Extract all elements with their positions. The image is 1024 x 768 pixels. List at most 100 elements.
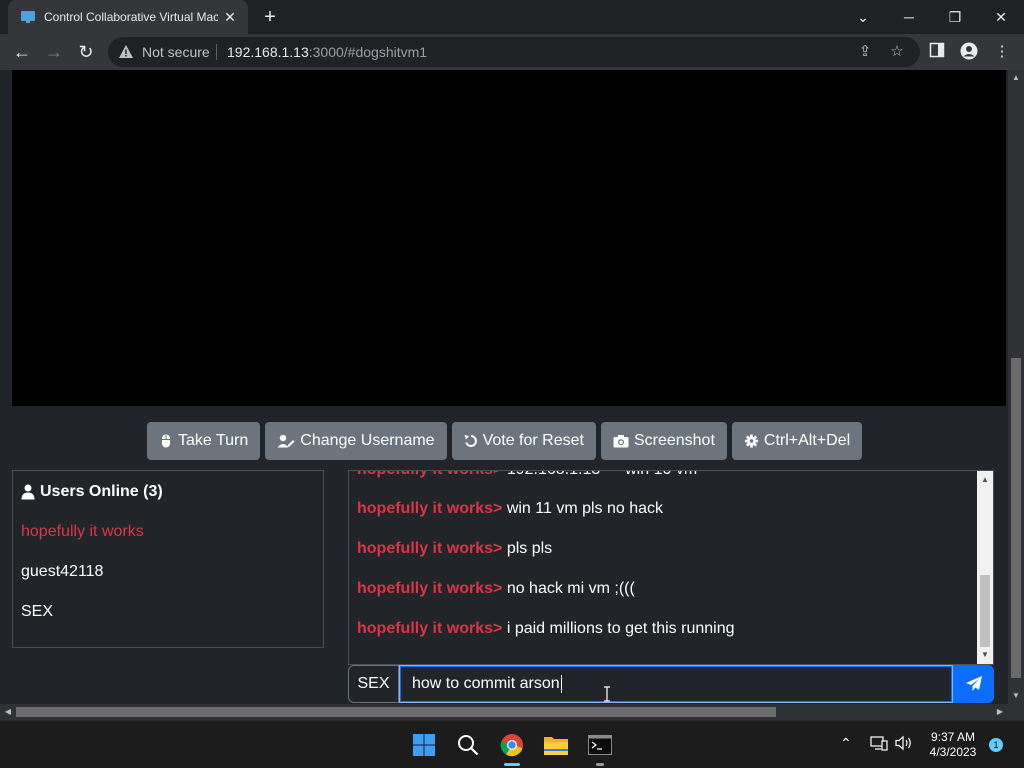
chat-text: pls pls	[506, 540, 553, 557]
menu-kebab-icon[interactable]: ⋮	[992, 42, 1012, 62]
network-icon[interactable]	[870, 735, 888, 754]
url-host: 192.168.1.13	[227, 44, 309, 60]
restore-icon[interactable]: ❐	[932, 0, 978, 34]
new-tab-button[interactable]: +	[259, 6, 281, 28]
screenshot-button[interactable]: Screenshot	[600, 422, 727, 460]
chat-scroll-thumb[interactable]	[980, 575, 990, 647]
back-icon[interactable]: ←	[8, 38, 36, 66]
terminal-icon[interactable]	[584, 729, 616, 766]
divider	[216, 44, 217, 60]
users-online-panel: Users Online (3) hopefully it works gues…	[12, 470, 324, 648]
chat-text: i paid millions to get this running	[506, 620, 735, 637]
chat-message-input[interactable]: how to commit arson	[399, 665, 953, 703]
change-username-label: Change Username	[300, 432, 435, 449]
windows-taskbar: ⌃ 9:37 AM 4/3/2023 1	[0, 720, 1024, 768]
chat-message: hopefully it works> no hack mi vm ;(((	[357, 580, 635, 598]
scroll-down-arrow-icon[interactable]: ▼	[1008, 688, 1024, 704]
chat-username: hopefully it works>	[357, 620, 503, 637]
chat-scrollbar[interactable]: ▲ ▼	[977, 471, 993, 664]
user-list-item[interactable]: guest42118	[21, 563, 103, 581]
windows-start-icon[interactable]	[408, 729, 440, 761]
scroll-up-arrow-icon[interactable]: ▲	[1008, 70, 1024, 86]
chat-input-value: how to commit arson	[412, 675, 560, 692]
side-panel-icon[interactable]	[927, 42, 947, 62]
system-clock[interactable]: 9:37 AM 4/3/2023	[920, 730, 986, 760]
chat-text: 192.168.1.13 — win 10 vm	[507, 471, 697, 478]
share-icon[interactable]: ⇪	[856, 43, 874, 61]
ctrl-alt-del-button[interactable]: Ctrl+Alt+Del	[731, 422, 863, 460]
page-hscroll-thumb[interactable]	[16, 707, 776, 717]
tab-title: Control Collaborative Virtual Machine	[44, 10, 218, 24]
text-caret	[560, 675, 562, 693]
send-button[interactable]	[953, 665, 994, 703]
url-text[interactable]: 192.168.1.13:3000/#dogshitvm1	[227, 44, 427, 60]
ctrl-alt-del-label: Ctrl+Alt+Del	[763, 432, 851, 449]
chat-message: hopefully it works> 192.168.1.13 — win 1…	[357, 471, 697, 479]
bookmark-star-icon[interactable]: ☆	[888, 43, 906, 61]
vote-reset-button[interactable]: Vote for Reset	[451, 422, 596, 460]
mouse-icon	[162, 434, 170, 448]
chat-username-badge: SEX	[348, 665, 399, 703]
page-vertical-scrollbar[interactable]: ▲ ▼	[1008, 70, 1024, 704]
chat-username: hopefully it works>	[357, 471, 502, 478]
take-turn-label: Take Turn	[178, 432, 249, 449]
close-window-icon[interactable]: ✕	[978, 0, 1024, 34]
reload-icon[interactable]: ↻	[72, 38, 100, 66]
users-online-heading: Users Online (3)	[21, 483, 163, 501]
scroll-right-arrow-icon[interactable]: ▶	[992, 704, 1008, 720]
vm-display[interactable]	[12, 70, 1006, 406]
user-list-item[interactable]: hopefully it works	[21, 523, 144, 541]
scroll-down-arrow-icon[interactable]: ▼	[977, 648, 993, 662]
show-hidden-icons-icon[interactable]: ⌃	[840, 735, 852, 752]
chat-message: hopefully it works> pls pls	[357, 540, 552, 558]
chat-text: no hack mi vm ;(((	[506, 580, 635, 597]
volume-icon[interactable]	[895, 735, 913, 754]
user-list-item[interactable]: SEX	[21, 603, 53, 621]
take-turn-button[interactable]: Take Turn	[147, 422, 261, 460]
page-horizontal-scrollbar[interactable]: ◀ ▶	[0, 704, 1008, 720]
scroll-up-arrow-icon[interactable]: ▲	[977, 473, 993, 487]
chat-text: win 11 vm pls no hack	[506, 500, 664, 517]
chat-username: hopefully it works>	[357, 580, 503, 597]
monitor-icon	[21, 11, 35, 23]
address-bar[interactable]: Not secure 192.168.1.13:3000/#dogshitvm1…	[108, 37, 920, 67]
minimize-icon[interactable]: ─	[886, 0, 932, 34]
change-username-button[interactable]: Change Username	[265, 422, 447, 460]
clock-date: 4/3/2023	[929, 745, 977, 759]
active-indicator	[504, 763, 520, 766]
gear-icon	[744, 434, 758, 448]
close-tab-icon[interactable]: ✕	[222, 9, 238, 25]
clock-time: 9:37 AM	[930, 730, 976, 744]
security-label[interactable]: Not secure	[142, 44, 210, 60]
chat-message: hopefully it works> i paid millions to g…	[357, 620, 735, 638]
notification-badge[interactable]: 1	[989, 738, 1003, 752]
browser-toolbar: ← → ↻ Not secure 192.168.1.13:3000/#dogs…	[0, 34, 1024, 70]
forward-icon[interactable]: →	[40, 38, 68, 66]
browser-tab[interactable]: Control Collaborative Virtual Machine ✕	[8, 0, 248, 34]
paper-plane-icon	[965, 676, 982, 691]
scroll-left-arrow-icon[interactable]: ◀	[0, 704, 16, 720]
chrome-icon[interactable]	[496, 729, 528, 766]
search-icon[interactable]	[452, 729, 484, 761]
vote-reset-label: Vote for Reset	[482, 432, 584, 449]
chat-username: hopefully it works>	[357, 540, 503, 557]
profile-icon[interactable]	[959, 42, 979, 62]
vm-controls: Take Turn Change Username Vote for Reset…	[147, 422, 863, 460]
text-cursor-icon	[604, 686, 610, 702]
scroll-corner	[1008, 704, 1024, 720]
camera-icon	[613, 435, 629, 448]
file-explorer-icon[interactable]	[540, 729, 572, 761]
chat-log: hopefully it works> 192.168.1.13 — win 1…	[348, 470, 994, 665]
running-indicator	[596, 763, 604, 766]
url-path: :3000/#dogshitvm1	[308, 44, 428, 60]
chat-message: hopefully it works> win 11 vm pls no hac…	[357, 500, 663, 518]
page-scroll-thumb[interactable]	[1011, 358, 1021, 678]
chat-input-group: SEX how to commit arson	[348, 665, 994, 703]
chat-username: hopefully it works>	[357, 500, 503, 517]
title-bar: Control Collaborative Virtual Machine ✕ …	[0, 0, 1024, 34]
rotate-left-icon	[464, 435, 477, 447]
user-pen-icon	[277, 434, 295, 448]
tab-search-icon[interactable]: ⌄	[840, 0, 886, 34]
screenshot-label: Screenshot	[633, 432, 715, 449]
users-online-title: Users Online (3)	[40, 483, 163, 500]
